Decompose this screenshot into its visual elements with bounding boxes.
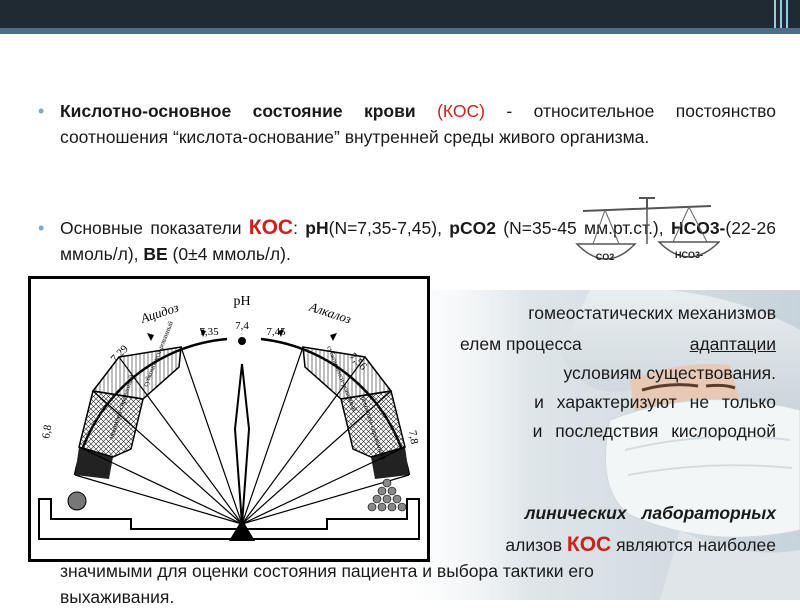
- adaptation-link: адаптации: [689, 334, 776, 354]
- kos-abbr: (КОС): [437, 101, 485, 121]
- indicators-kos: КОС: [248, 216, 294, 239]
- ph-value: (N=7,35-7,45),: [328, 218, 450, 238]
- p4-line-1: линических лабораторных: [524, 503, 776, 523]
- p3-line-1: гомеостатических механизмов: [528, 303, 776, 323]
- ph-gauge-figure: pH Ацидоз Алкалоз 6,8 7,29 7,35 7,4 7,45…: [28, 276, 430, 562]
- alkalosis-label: Алкалоз: [307, 299, 354, 327]
- p4-line-2: ализов КОС являются наиболее: [505, 532, 776, 558]
- tick-7-35: 7,35: [199, 326, 219, 338]
- ph-axis-label: pH: [233, 294, 250, 309]
- p4-line-2-text: ализов: [505, 535, 562, 555]
- balance-scale-icon: CO2 HCO3-: [575, 197, 720, 262]
- tick-7-45: 7,45: [266, 326, 286, 338]
- p4-line-4: выхаживания.: [60, 587, 175, 607]
- colon: :: [293, 218, 306, 238]
- p4-line-2-rest: являются наиболее: [611, 535, 776, 555]
- ph-gauge-diagram: pH Ацидоз Алкалоз 6,8 7,29 7,35 7,4 7,45…: [38, 294, 420, 541]
- tick-6-8: 6,8: [40, 423, 54, 439]
- slide-top-bar: [0, 0, 800, 28]
- p3-line-2: елем процесса адаптации: [460, 331, 776, 357]
- be-label: BE: [143, 244, 168, 264]
- ph-needle: [233, 363, 251, 525]
- balance-right-label: HCO3-: [675, 250, 703, 260]
- slide-accent-bar: [0, 28, 800, 34]
- p3-line-3: условиям существования.: [563, 363, 776, 383]
- be-value: (0±4 ммоль/л).: [167, 244, 291, 264]
- p4-kos: КОС: [566, 533, 612, 556]
- p3-line-5: и последствия кислородной: [532, 421, 776, 441]
- tick-7-8: 7,8: [406, 429, 420, 445]
- balance-left-label: CO2: [596, 252, 615, 262]
- indicators-label: Основные показатели: [60, 218, 249, 238]
- acidosis-label: Ацидоз: [138, 300, 181, 327]
- tick-7-4: 7,4: [235, 320, 249, 332]
- kos-title: Кислотно-основное состояние крови: [60, 101, 416, 121]
- pco2-label: pCO2: [449, 218, 496, 238]
- corner-decoration: [772, 0, 792, 28]
- p3-line-2-text: елем процесса: [460, 334, 582, 354]
- paragraph-kos-definition: Кислотно-основное состояние крови (КОС) …: [38, 98, 776, 150]
- ph-label: pH: [305, 218, 329, 238]
- p3-line-4: и характеризуют не только: [534, 392, 776, 412]
